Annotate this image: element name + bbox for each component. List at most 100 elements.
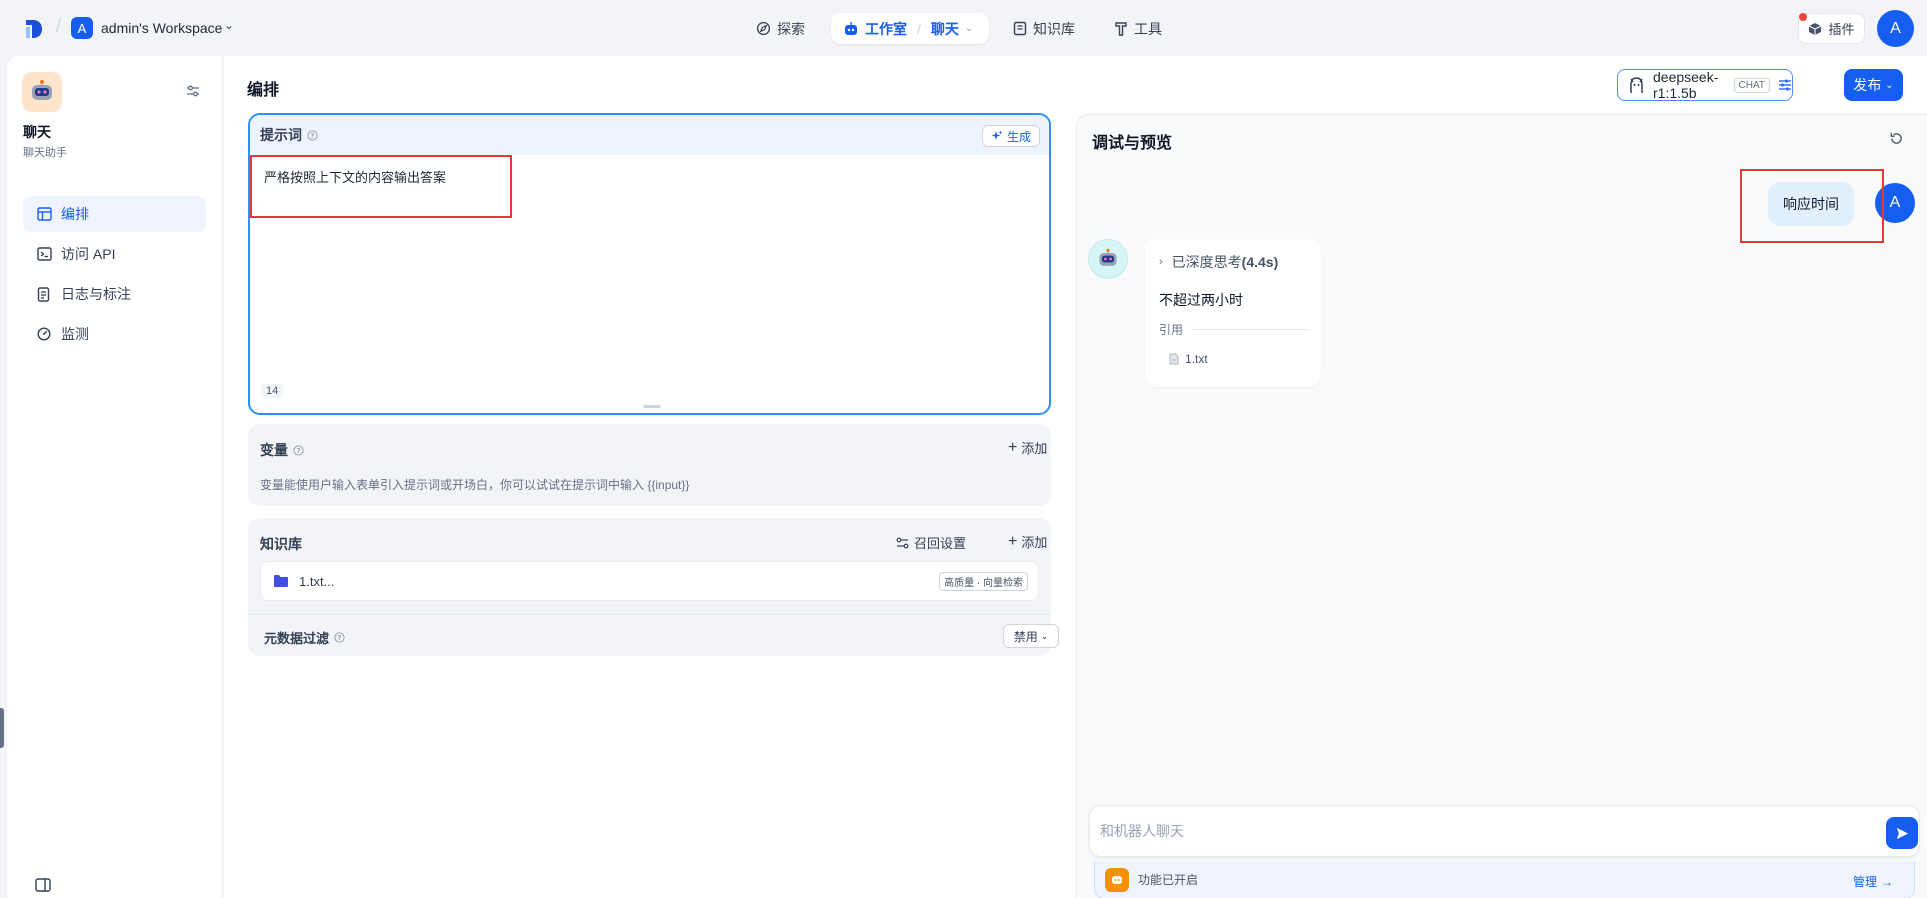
knowledge-item[interactable]: 1.txt... 高质量 · 向量检索 bbox=[260, 561, 1039, 601]
publish-label: 发布 bbox=[1853, 77, 1882, 93]
model-logo-icon bbox=[1628, 76, 1645, 94]
plus-icon: + bbox=[1008, 438, 1018, 456]
debug-title: 调试与预览 bbox=[1092, 135, 1173, 152]
compass-icon bbox=[756, 21, 771, 36]
sidebar-item-api[interactable]: 访问 API bbox=[23, 236, 206, 272]
sidebar-item-label: 访问 API bbox=[61, 246, 116, 262]
nav-knowledge[interactable]: 知识库 bbox=[1013, 13, 1075, 44]
metadata-filter-title: 元数据过滤 bbox=[264, 631, 330, 646]
sidebar-item-label: 编排 bbox=[61, 206, 89, 222]
model-mode-badge: CHAT bbox=[1733, 77, 1770, 93]
sidebar-item-orchestrate[interactable]: 编排 bbox=[23, 196, 206, 232]
bot-avatar bbox=[1088, 239, 1128, 279]
add-label: 添加 bbox=[1021, 441, 1048, 456]
plugins-button[interactable]: 插件 bbox=[1798, 13, 1865, 44]
help-icon[interactable]: ? bbox=[334, 632, 345, 643]
workspace-avatar[interactable]: A bbox=[71, 17, 93, 39]
knowledge-card: 知识库 召回设置 + 添加 1.txt... 高质量 · 向量检索 元数据过滤 … bbox=[248, 518, 1059, 656]
recall-label: 召回设置 bbox=[914, 536, 967, 551]
app-description: 聊天助手 bbox=[23, 147, 67, 159]
thinking-label: 已深度思考 bbox=[1171, 254, 1242, 270]
book-icon bbox=[1013, 21, 1027, 36]
knowledge-item-tag: 高质量 · 向量检索 bbox=[939, 572, 1028, 591]
nav-tools[interactable]: 工具 bbox=[1114, 13, 1162, 44]
sidebar-item-logs[interactable]: 日志与标注 bbox=[23, 276, 206, 312]
sidebar-item-monitor[interactable]: 监测 bbox=[23, 316, 206, 352]
divider bbox=[248, 614, 1051, 615]
recall-settings-button[interactable]: 召回设置 bbox=[896, 533, 966, 552]
feature-icon bbox=[1105, 867, 1129, 892]
help-icon[interactable]: ? bbox=[307, 129, 318, 141]
nav-studio-label: 工作室 bbox=[865, 20, 907, 37]
plus-icon: + bbox=[1008, 532, 1018, 550]
top-bar: / A admin's Workspace ⌄ 探索 工作室 / 聊天 ⌄ 知识… bbox=[0, 0, 1927, 56]
citation-file[interactable]: 1.txt bbox=[1169, 352, 1208, 366]
left-sidebar: 聊天 聊天助手 编排 访问 API 日志与标注 监测 bbox=[7, 56, 223, 898]
prompt-title: 提示词 bbox=[260, 127, 302, 143]
publish-button[interactable]: 发布 ⌄ bbox=[1844, 69, 1903, 101]
variables-description: 变量能使用户输入表单引入提示词或开场白，你可以试试在提示词中输入 {{input… bbox=[260, 478, 690, 492]
generate-button[interactable]: 生成 bbox=[981, 125, 1040, 147]
resize-handle[interactable] bbox=[643, 405, 661, 408]
knowledge-title: 知识库 bbox=[260, 536, 302, 552]
citation-header: 引用 bbox=[1159, 321, 1309, 338]
citation-label: 引用 bbox=[1159, 323, 1184, 337]
add-variable-button[interactable]: + 添加 bbox=[1008, 438, 1047, 457]
feature-text: 功能已开启 bbox=[1138, 873, 1199, 887]
bot-message: › 已深度思考 (4.4s) 不超过两小时 引用 1.txt bbox=[1145, 239, 1321, 387]
nav-explore-label: 探索 bbox=[777, 20, 805, 37]
nav-tools-label: 工具 bbox=[1134, 20, 1162, 37]
app-icon bbox=[22, 72, 62, 112]
app-switch-label[interactable]: 聊天 bbox=[931, 19, 959, 39]
file-list-icon bbox=[36, 286, 52, 302]
model-selector[interactable]: deepseek-r1:1.5b CHAT bbox=[1617, 69, 1793, 101]
arrow-right-icon: → bbox=[1881, 874, 1894, 889]
metadata-filter-title-row: 元数据过滤 ? bbox=[264, 628, 345, 647]
add-knowledge-button[interactable]: + 添加 bbox=[1008, 532, 1047, 551]
model-name: deepseek-r1:1.5b bbox=[1653, 69, 1719, 101]
sliders-icon[interactable] bbox=[1778, 78, 1792, 92]
send-button[interactable] bbox=[1886, 817, 1918, 849]
txt-file-icon bbox=[1169, 353, 1179, 365]
variables-title: 变量 bbox=[260, 442, 288, 458]
sidebar-item-label: 监测 bbox=[61, 326, 89, 342]
chevron-down-icon[interactable]: ⌄ bbox=[965, 23, 973, 34]
app-logo[interactable] bbox=[24, 18, 44, 40]
divider bbox=[1193, 329, 1309, 330]
cube-icon bbox=[1808, 22, 1822, 36]
svg-text:?: ? bbox=[338, 634, 342, 642]
nav-studio[interactable]: 工作室 / 聊天 ⌄ bbox=[831, 13, 989, 44]
citation-file-name: 1.txt bbox=[1185, 352, 1208, 366]
app-settings-icon[interactable] bbox=[186, 84, 200, 101]
send-icon bbox=[1896, 827, 1908, 839]
chevron-down-icon: ⌄ bbox=[1040, 630, 1049, 641]
generate-label: 生成 bbox=[1006, 129, 1031, 144]
panel-drag-handle[interactable] bbox=[0, 708, 4, 748]
layout-icon bbox=[36, 206, 52, 222]
thinking-duration: (4.4s) bbox=[1241, 254, 1279, 270]
chat-input[interactable] bbox=[1100, 819, 1840, 843]
metadata-filter-select[interactable]: 禁用 ⌄ bbox=[1003, 624, 1059, 648]
bot-answer: 不超过两小时 bbox=[1159, 292, 1243, 308]
plugins-label: 插件 bbox=[1828, 22, 1855, 37]
metadata-filter-value: 禁用 bbox=[1013, 629, 1038, 644]
svg-text:?: ? bbox=[311, 131, 315, 139]
breadcrumb-separator: / bbox=[56, 16, 62, 36]
dashboard-icon bbox=[36, 326, 52, 342]
nav-knowledge-label: 知识库 bbox=[1033, 20, 1075, 37]
sparkle-icon bbox=[991, 130, 1003, 142]
knowledge-item-name: 1.txt... bbox=[299, 573, 335, 589]
add-label: 添加 bbox=[1021, 535, 1048, 550]
sidebar-menu: 编排 访问 API 日志与标注 监测 bbox=[23, 196, 206, 356]
help-icon[interactable]: ? bbox=[293, 444, 304, 456]
nav-separator: / bbox=[917, 20, 921, 37]
sidebar-collapse-icon[interactable] bbox=[35, 878, 51, 895]
workspace-name[interactable]: admin's Workspace bbox=[101, 20, 222, 36]
refresh-icon[interactable] bbox=[1889, 131, 1904, 146]
user-avatar[interactable]: A bbox=[1877, 10, 1914, 47]
thinking-toggle[interactable]: › 已深度思考 (4.4s) bbox=[1159, 252, 1278, 272]
manage-link[interactable]: 管理 → bbox=[1853, 873, 1893, 890]
chevron-down-icon[interactable]: ⌄ bbox=[224, 18, 234, 32]
nav-explore[interactable]: 探索 bbox=[756, 13, 805, 44]
svg-text:?: ? bbox=[297, 446, 301, 454]
